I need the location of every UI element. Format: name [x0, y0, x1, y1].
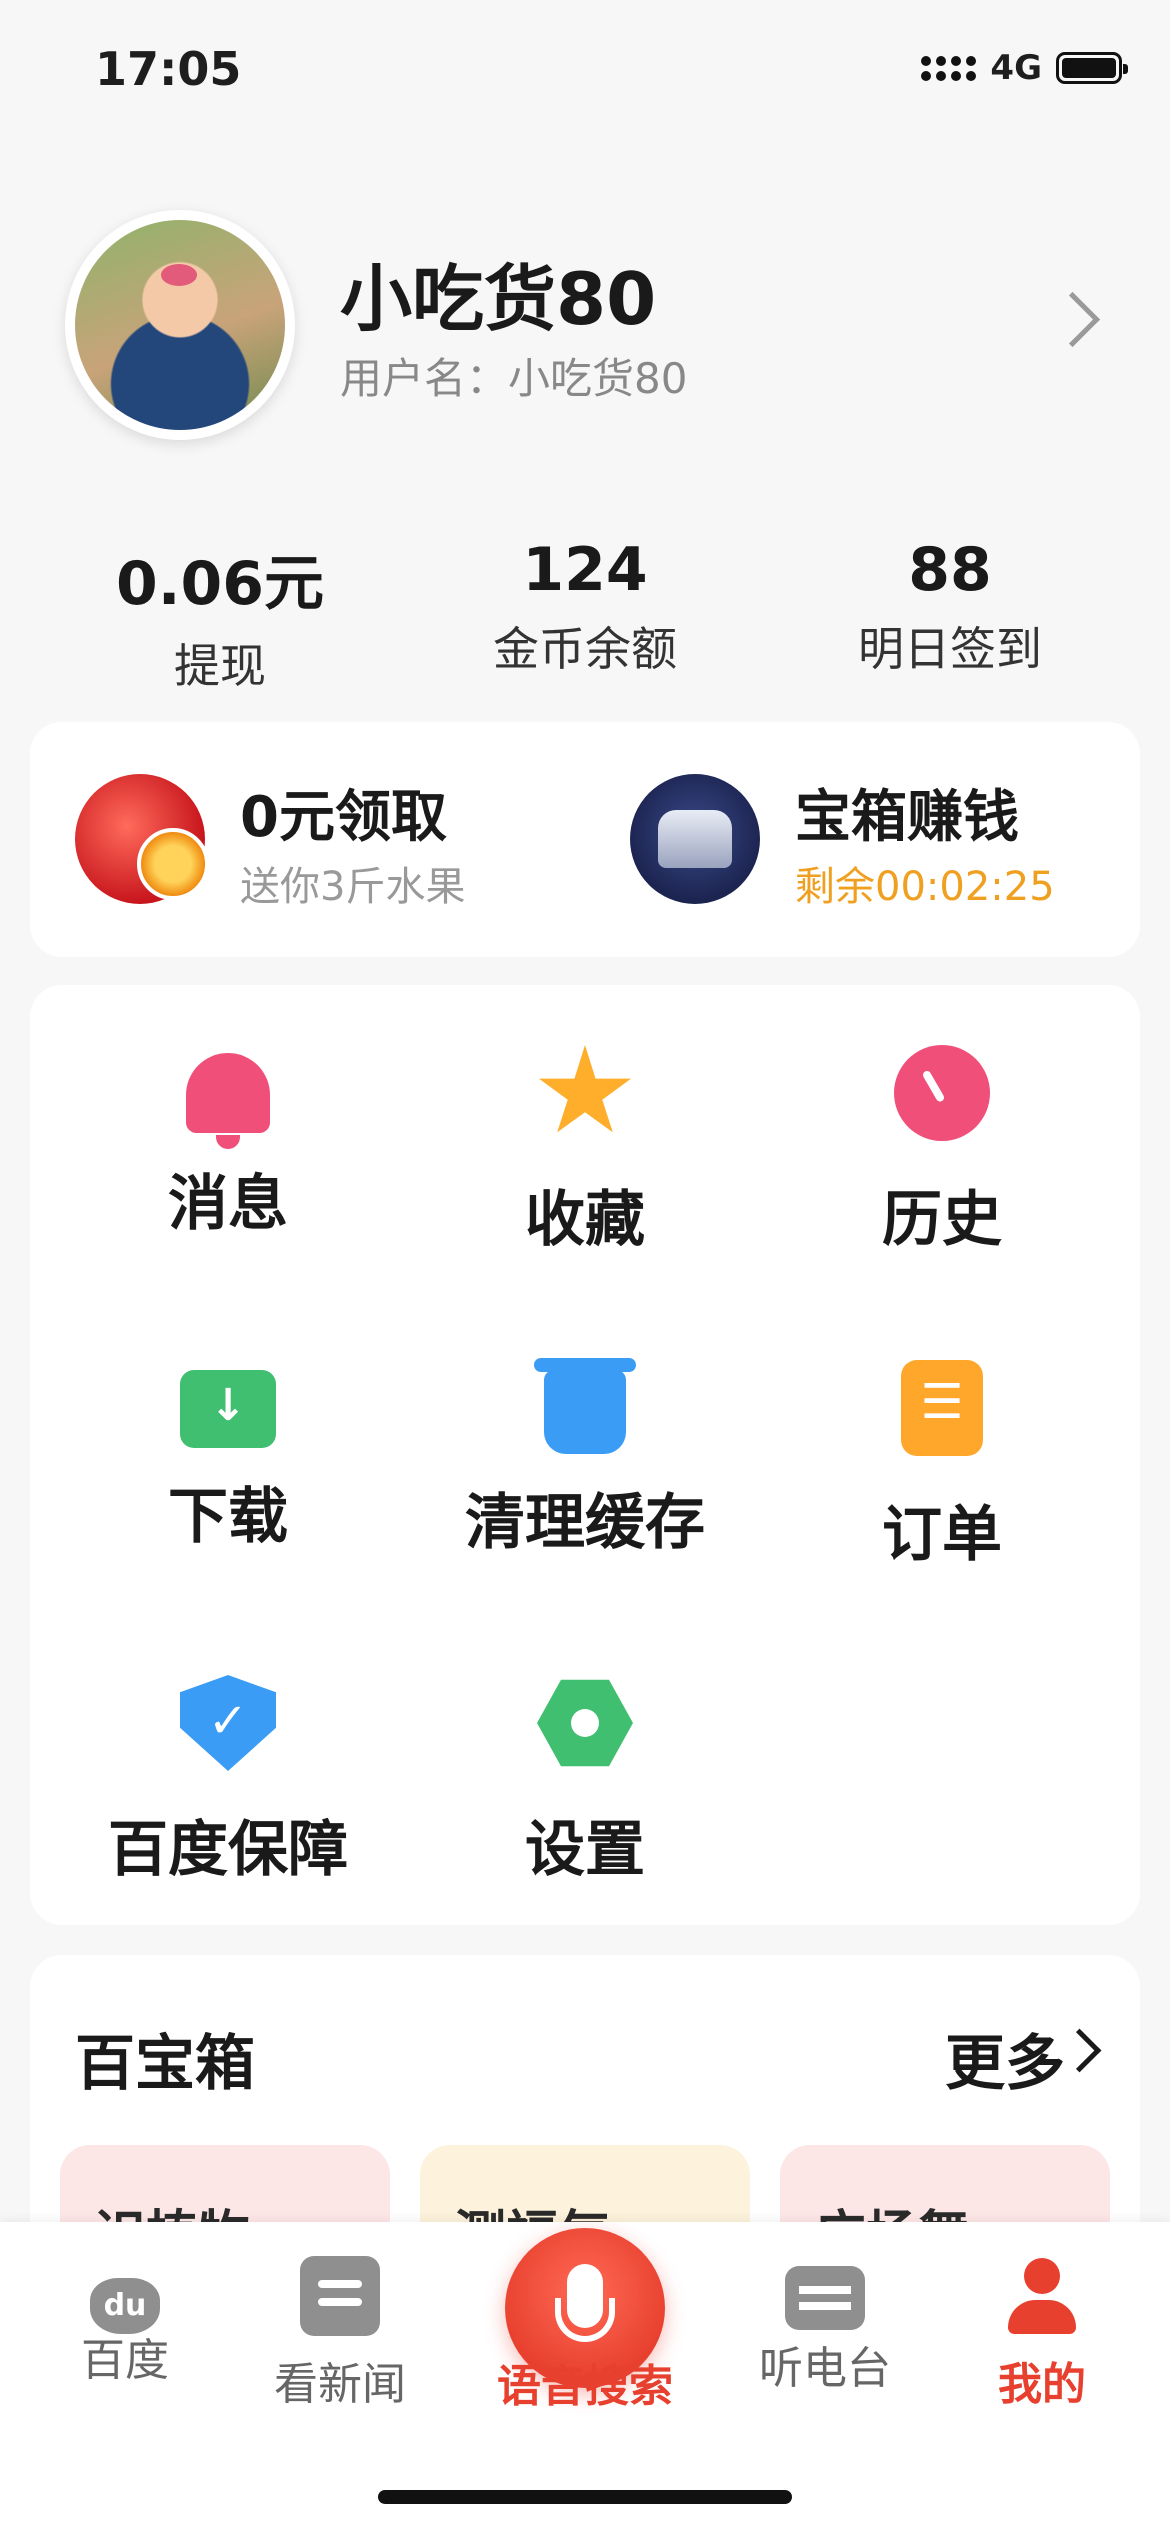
menu-item-label: 收藏	[525, 1185, 645, 1255]
treasure-chest-icon	[630, 774, 760, 904]
promo-subtitle: 送你3斤水果	[240, 864, 466, 910]
nav-label-active: 我的	[998, 2359, 1086, 2410]
menu-item-favorites[interactable]: 收藏	[407, 1045, 763, 1258]
nav-item-radio[interactable]: 听电台	[725, 2256, 925, 2396]
promo-card: 0元领取 送你3斤水果 宝箱赚钱 剩余00:02:25	[30, 722, 1140, 957]
menu-item-baidu-protection[interactable]: 百度保障	[50, 1675, 406, 1888]
menu-item-downloads[interactable]: 下载	[50, 1360, 406, 1555]
menu-item-label: 消息	[168, 1169, 288, 1239]
status-indicators: 4G	[921, 48, 1128, 88]
toolbox-more-link[interactable]: 更多	[945, 2015, 1065, 2102]
stat-label: 提现	[174, 639, 266, 693]
promo-title: 宝箱赚钱	[795, 785, 1019, 850]
download-folder-icon	[180, 1370, 276, 1448]
person-icon	[1002, 2256, 1082, 2336]
menu-item-clear-cache[interactable]: 清理缓存	[407, 1358, 763, 1561]
stat-value: 88	[908, 535, 992, 605]
menu-item-label: 清理缓存	[465, 1488, 705, 1558]
menu-item-history[interactable]: 历史	[764, 1045, 1120, 1258]
stat-label: 金币余额	[493, 622, 677, 676]
clock-icon	[894, 1045, 990, 1141]
stat-value: 124	[522, 535, 648, 605]
stat-checkin[interactable]: 88 明日签到	[755, 535, 1145, 679]
profile-name[interactable]: 小吃货80	[340, 240, 656, 345]
status-time: 17:05	[95, 42, 242, 96]
toolbox-title: 百宝箱	[75, 2029, 255, 2099]
menu-item-label: 历史	[882, 1185, 1002, 1255]
apple-icon	[75, 774, 209, 904]
radio-icon	[785, 2266, 865, 2330]
nav-label: 听电台	[759, 2343, 891, 2394]
nav-item-mine[interactable]: 我的	[942, 2256, 1142, 2412]
promo-timer: 剩余00:02:25	[795, 864, 1055, 910]
menu-item-label: 百度保障	[108, 1815, 348, 1885]
avatar-photo	[75, 220, 285, 430]
network-type: 4G	[990, 48, 1042, 88]
menu-item-settings[interactable]: 设置	[407, 1675, 763, 1888]
battery-icon	[1056, 52, 1128, 84]
home-indicator[interactable]	[378, 2490, 792, 2504]
menu-grid: 消息 收藏 历史 下载 清理缓存 订单 百度保障 设置	[30, 985, 1140, 1925]
settings-hexagon-icon	[537, 1679, 633, 1767]
menu-item-label: 订单	[882, 1500, 1002, 1570]
stat-value: 0.06元	[115, 549, 325, 619]
promo-title: 0元领取	[240, 785, 447, 850]
menu-item-messages[interactable]: 消息	[50, 1045, 406, 1242]
stat-withdraw[interactable]: 0.06元 提现	[25, 535, 415, 696]
voice-search-label[interactable]: 语音搜索	[485, 2350, 685, 2414]
avatar[interactable]	[65, 210, 295, 440]
baidu-paw-icon	[90, 2278, 160, 2334]
shield-icon	[180, 1675, 276, 1771]
stat-coin-balance[interactable]: 124 金币余额	[390, 535, 780, 679]
trash-icon	[534, 1358, 636, 1454]
signal-icon	[921, 55, 977, 81]
nav-item-news[interactable]: 看新闻	[240, 2256, 440, 2412]
nav-item-baidu[interactable]: 百度	[25, 2256, 225, 2388]
chevron-right-icon[interactable]	[1044, 291, 1101, 348]
profile-username: 用户名：小吃货80	[340, 354, 688, 403]
menu-item-label: 下载	[168, 1482, 288, 1552]
bell-icon	[186, 1053, 270, 1149]
menu-item-orders[interactable]: 订单	[764, 1360, 1120, 1573]
news-icon	[300, 2256, 380, 2336]
menu-item-label: 设置	[525, 1815, 645, 1885]
nav-label: 看新闻	[274, 2359, 406, 2410]
toolbox-card: 百宝箱 更多 识植物 测福气 广场舞	[30, 1955, 1140, 2255]
stat-label: 明日签到	[858, 622, 1042, 676]
clipboard-icon	[901, 1360, 983, 1456]
star-icon	[538, 1045, 632, 1133]
